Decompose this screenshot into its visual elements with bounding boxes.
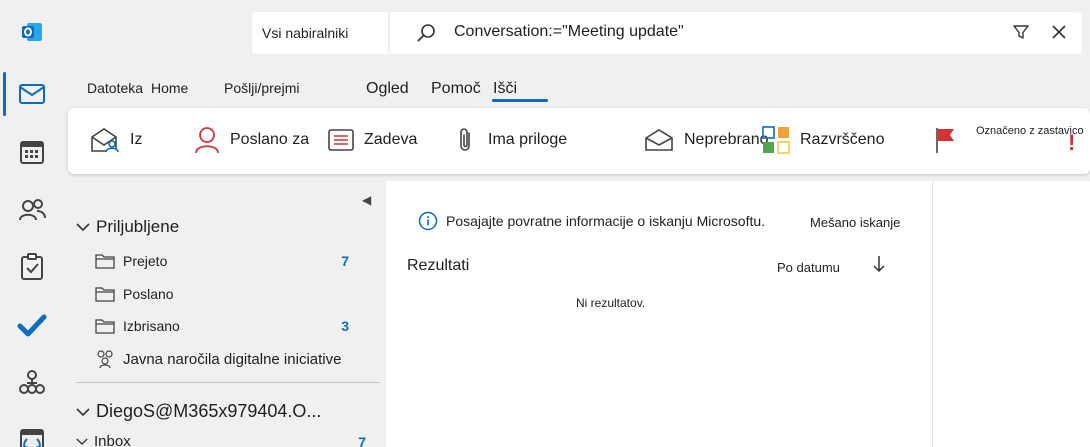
person-icon [195, 127, 219, 154]
unread-button[interactable]: Neprebrano [644, 122, 769, 158]
folder-icon [95, 287, 115, 302]
folder-item-group[interactable]: Javna naročila digitalne iniciative [95, 347, 355, 371]
chevron-down-icon [76, 407, 90, 416]
reading-pane [932, 181, 1090, 447]
search-scope-label: Vsi nabiralniki [262, 25, 349, 41]
folder-name: Poslano [123, 286, 174, 302]
categories-icon [762, 126, 790, 154]
from-button[interactable]: Iz [90, 122, 142, 158]
from-icon [91, 128, 119, 153]
search-box[interactable]: Conversation:="Meeting update" [390, 12, 1082, 54]
sent-to-label: Poslano za [230, 131, 310, 148]
todo-icon[interactable] [16, 309, 48, 341]
search-input[interactable]: Conversation:="Meeting update" [454, 23, 684, 41]
calendar-icon[interactable] [16, 136, 48, 168]
flagged-button[interactable]: Označeno z zastavico [934, 122, 1084, 158]
attachments-label: Ima priloge [488, 131, 568, 148]
sort-by-button[interactable]: Po datumu [777, 260, 840, 275]
tab-file[interactable]: Datoteka [87, 80, 143, 96]
chevron-down-icon [76, 223, 90, 232]
sent-to-button[interactable]: Poslano za [194, 122, 309, 158]
results-pane: Posajajte povratne informacije o iskanju… [386, 181, 932, 447]
folder-name: Izbrisano [123, 318, 180, 334]
chevron-down-icon [76, 438, 88, 446]
outlook-logo-icon [16, 16, 48, 48]
account-header[interactable]: DiegoS@M365x979404.O... [76, 401, 321, 422]
arrow-down-icon[interactable] [872, 255, 886, 276]
feedback-banner[interactable]: Posajajte povratne informacije o iskanju… [418, 211, 765, 231]
collapse-pane-icon[interactable]: ◀ [362, 193, 371, 207]
tab-send-receive[interactable]: Pošlji/prejmi [224, 80, 299, 96]
results-title: Rezultati [407, 257, 470, 274]
rail-selection-indicator [3, 72, 6, 116]
divider [76, 382, 380, 383]
mixed-search-link[interactable]: Mešano iskanje [810, 215, 900, 230]
folder-name: Inbox [94, 433, 131, 447]
bookings-icon[interactable] [16, 424, 48, 447]
group-icon [97, 350, 113, 369]
folder-item-sent[interactable]: Poslano [95, 282, 355, 306]
favorites-header[interactable]: Priljubljene [76, 217, 179, 237]
unread-count: 7 [341, 253, 349, 269]
subject-label: Zadeva [364, 131, 418, 148]
tab-view[interactable]: Ogled [366, 80, 409, 98]
tab-search[interactable]: Išči [493, 80, 517, 98]
folder-icon [95, 319, 115, 334]
group-name: Javna naročila digitalne iniciative [123, 350, 342, 368]
tab-home[interactable]: Home [151, 80, 188, 96]
categorized-label: Razvrščeno [800, 131, 885, 148]
folder-name: Prejeto [123, 253, 168, 269]
close-icon[interactable] [1050, 23, 1068, 44]
feedback-text: Posajajte povratne informacije o iskanju… [446, 213, 766, 229]
subject-icon [328, 129, 354, 151]
search-icon [416, 23, 436, 46]
important-icon[interactable]: ! [1068, 130, 1075, 156]
no-results-text: Ni rezultatov. [576, 296, 646, 310]
from-label: Iz [130, 131, 143, 148]
tasks-icon[interactable] [16, 251, 48, 283]
org-icon[interactable] [16, 366, 48, 398]
info-icon [418, 211, 438, 231]
tab-help[interactable]: Pomoč [431, 80, 481, 98]
active-tab-indicator [492, 99, 548, 102]
categorized-button[interactable]: Razvrščeno [762, 122, 884, 158]
folder-pane: ◀ Priljubljene Prejeto 7 Poslano Izbrisa… [68, 181, 386, 447]
search-scope-dropdown[interactable]: Vsi nabiralniki [252, 12, 388, 54]
app-rail [0, 0, 64, 447]
favorites-label: Priljubljene [96, 217, 180, 236]
unread-label: Neprebrano [684, 131, 769, 148]
unread-count: 7 [358, 433, 366, 447]
search-ribbon: Iz Poslano za Zadeva Ima priloge Neprebr… [68, 108, 1090, 174]
account-label: DiegoS@M365x979404.O... [96, 401, 322, 421]
folder-item-deleted[interactable]: Izbrisano 3 [95, 314, 355, 338]
paperclip-icon [460, 128, 470, 151]
flag-icon [936, 128, 954, 153]
filter-icon[interactable] [1012, 23, 1030, 44]
attachments-button[interactable]: Ima priloge [454, 122, 567, 158]
folder-icon [95, 254, 115, 269]
mail-icon[interactable] [16, 78, 48, 110]
people-icon[interactable] [16, 194, 48, 226]
subject-button[interactable]: Zadeva [328, 122, 417, 158]
envelope-open-icon [645, 129, 673, 151]
unread-count: 3 [341, 318, 349, 334]
folder-item-inbox-account[interactable]: Inbox 7 [76, 433, 366, 447]
folder-item-inbox[interactable]: Prejeto 7 [95, 249, 355, 273]
